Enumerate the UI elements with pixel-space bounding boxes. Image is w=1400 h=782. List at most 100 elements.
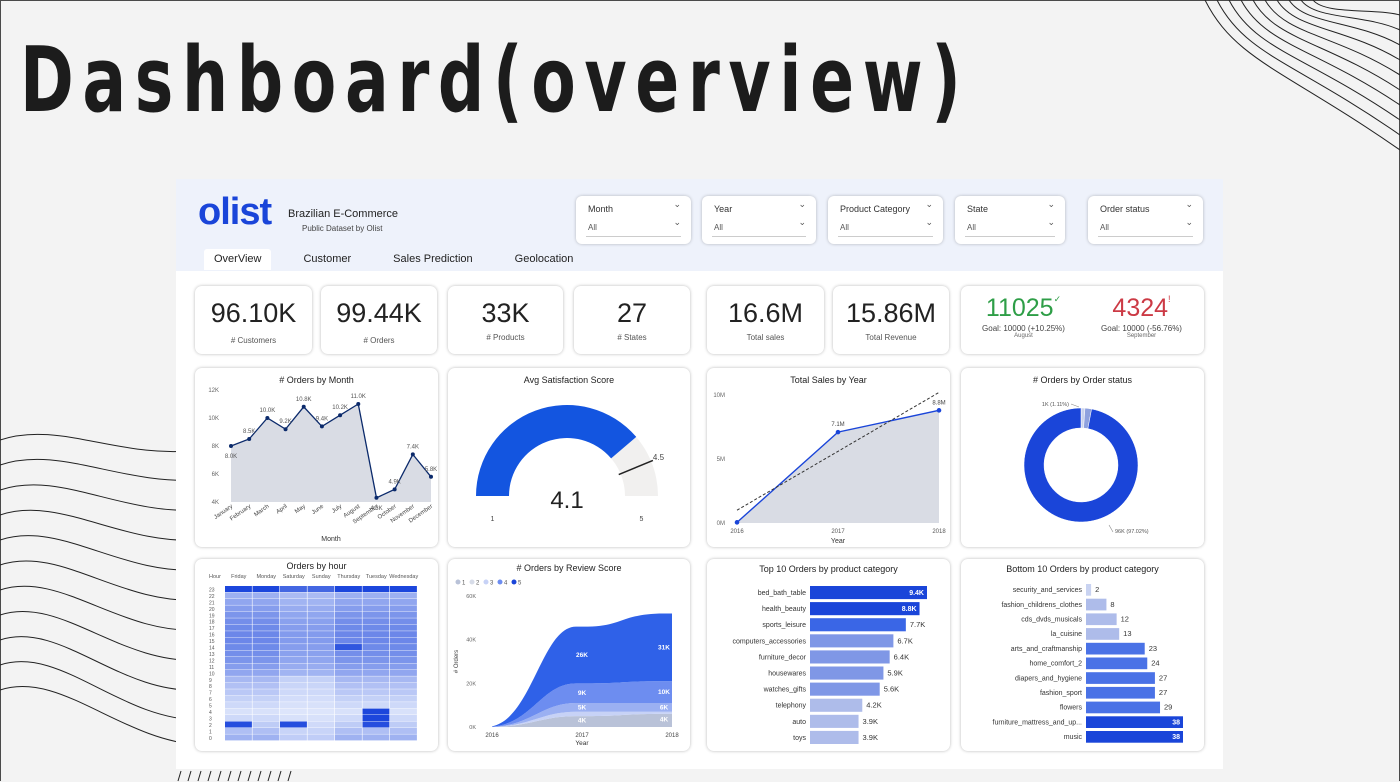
goal-kpi-value: 4324 [1112, 294, 1169, 322]
data-point [374, 495, 379, 500]
tab-overview[interactable]: OverView [204, 249, 272, 270]
heat-cell [362, 715, 390, 722]
data-point [392, 487, 397, 492]
chevron-down-icon[interactable]: ⌄ [798, 217, 806, 228]
heat-cell [390, 708, 417, 715]
heat-cell [280, 618, 307, 625]
heat-cell [252, 695, 280, 702]
heat-cell [390, 676, 417, 683]
heat-cell [307, 682, 335, 689]
alert-icon: ! [1168, 294, 1171, 304]
heat-cell [280, 644, 307, 651]
data-point [734, 520, 740, 525]
sales-by-year-card[interactable]: Total Sales by Year 0M 5M 10M 7.1M 8.8M 2016 2… [707, 368, 950, 547]
goal-kpi-period: August [1014, 333, 1033, 339]
y-tick-label: 6K [212, 472, 219, 478]
kpi-total-sales[interactable]: 16.6M Total sales [707, 286, 824, 354]
heat-cell [390, 663, 417, 670]
product-category-slicer-value[interactable]: All [840, 223, 849, 232]
state-slicer-value[interactable]: All [967, 223, 976, 232]
heat-cell [335, 702, 362, 709]
goal-kpi-card[interactable]: 11025✓ Goal: 10000 (+10.25%) August 4324… [961, 286, 1204, 354]
tab-geolocation[interactable]: Geolocation [505, 249, 584, 270]
heat-cell [307, 656, 335, 663]
decorative-hatch [177, 770, 292, 782]
product-category-slicer[interactable]: Product Category ⌄ All ⌄ [828, 196, 943, 244]
x-tick-label: February [229, 504, 252, 523]
data-point [338, 413, 343, 418]
legend-label: 2 [476, 581, 480, 587]
goal-kpi-value: 11025 [985, 294, 1054, 322]
state-slicer[interactable]: State ⌄ All ⌄ [955, 196, 1065, 244]
kpi-orders[interactable]: 99.44K # Orders [321, 286, 437, 354]
chevron-down-icon[interactable]: ⌄ [1047, 217, 1055, 228]
heat-cell [252, 676, 280, 683]
tab-sales-prediction[interactable]: Sales Prediction [383, 249, 483, 270]
avg-satisfaction-card[interactable]: Avg Satisfaction Score 4.1 4.5 1 5 [448, 368, 690, 547]
heat-cell [335, 637, 362, 644]
kpi-states[interactable]: 27 # States [574, 286, 690, 354]
year-slicer-value[interactable]: All [714, 223, 723, 232]
heat-cell [252, 663, 280, 670]
heat-cell [335, 598, 362, 605]
heat-cell [362, 721, 390, 728]
data-label: 27 [1159, 673, 1167, 682]
data-label: 4K [660, 716, 669, 723]
data-label: 2 [1095, 585, 1099, 594]
heat-cell [335, 618, 362, 625]
heat-cell [252, 689, 280, 696]
heat-cell [362, 611, 390, 618]
bottom10-category-chart: security_and_services 2 fashion_childrens_… [993, 584, 1183, 743]
heat-cell [252, 631, 280, 638]
y-tick-label: 10K [208, 416, 219, 422]
heat-cell [225, 721, 252, 728]
heat-cell [390, 605, 417, 612]
kpi-products[interactable]: 33K # Products [448, 286, 563, 354]
heat-cell [307, 611, 335, 618]
heat-cell [225, 592, 252, 599]
heat-cell [307, 676, 335, 683]
goal-kpi-goal: Goal: 10000 (+10.25%) [982, 324, 1065, 333]
orders-by-status-card[interactable]: # Orders by Order status 96K (97.02%) 1K … [961, 368, 1204, 547]
heat-cell [335, 734, 362, 741]
top10-category-card[interactable]: Top 10 Orders by product category bed_ba… [707, 559, 950, 751]
orders-by-hour-card[interactable]: Orders by hour Hour Friday Monday Saturday S… [195, 559, 438, 751]
chevron-down-icon: ⌄ [925, 199, 933, 209]
heat-cell [280, 676, 307, 683]
data-label: 8.8K [902, 606, 917, 613]
order-status-slicer[interactable]: Order status ⌄ All ⌄ [1088, 196, 1203, 244]
month-slicer[interactable]: Month ⌄ All ⌄ [576, 196, 691, 244]
heat-cell [362, 702, 390, 709]
month-slicer-value[interactable]: All [588, 223, 597, 232]
heat-cell [280, 656, 307, 663]
heat-cell [252, 669, 280, 676]
data-label: 10.2K [332, 405, 348, 411]
data-label: 3.9K [863, 717, 878, 726]
data-label: 27 [1159, 688, 1167, 697]
heat-cell [280, 708, 307, 715]
kpi-customers[interactable]: 96.10K # Customers [195, 286, 312, 354]
orders-by-month-card[interactable]: # Orders by Month 4K 6K 8K 10K 12K 8.0K 8.5K 10… [195, 368, 438, 547]
heat-cell [335, 682, 362, 689]
bar [810, 666, 884, 680]
goal-kpi-september: 4324! Goal: 10000 (-56.76%) September [1079, 294, 1204, 339]
x-axis-label: Year [831, 538, 846, 545]
bottom10-category-card[interactable]: Bottom 10 Orders by product category sec… [961, 559, 1204, 751]
gauge-min: 1 [491, 516, 495, 523]
row-label: 7 [209, 691, 212, 697]
chevron-down-icon[interactable]: ⌄ [925, 217, 933, 228]
data-label: 7.4K [407, 444, 419, 450]
bar [1086, 613, 1117, 626]
year-slicer[interactable]: Year ⌄ All ⌄ [702, 196, 816, 244]
row-label: 6 [209, 697, 212, 703]
tab-customer[interactable]: Customer [293, 249, 361, 270]
orders-by-review-card[interactable]: # Orders by Review Score 1 2 3 4 5 0K 20K 40K 60… [448, 559, 690, 751]
order-status-slicer-value[interactable]: All [1100, 223, 1109, 232]
heat-cell [335, 656, 362, 663]
heat-cell [252, 637, 280, 644]
chevron-down-icon[interactable]: ⌄ [673, 217, 681, 228]
kpi-label: Total sales [746, 333, 785, 342]
heat-cell [362, 663, 390, 670]
kpi-total-revenue[interactable]: 15.86M Total Revenue [833, 286, 949, 354]
chevron-down-icon[interactable]: ⌄ [1185, 217, 1193, 228]
